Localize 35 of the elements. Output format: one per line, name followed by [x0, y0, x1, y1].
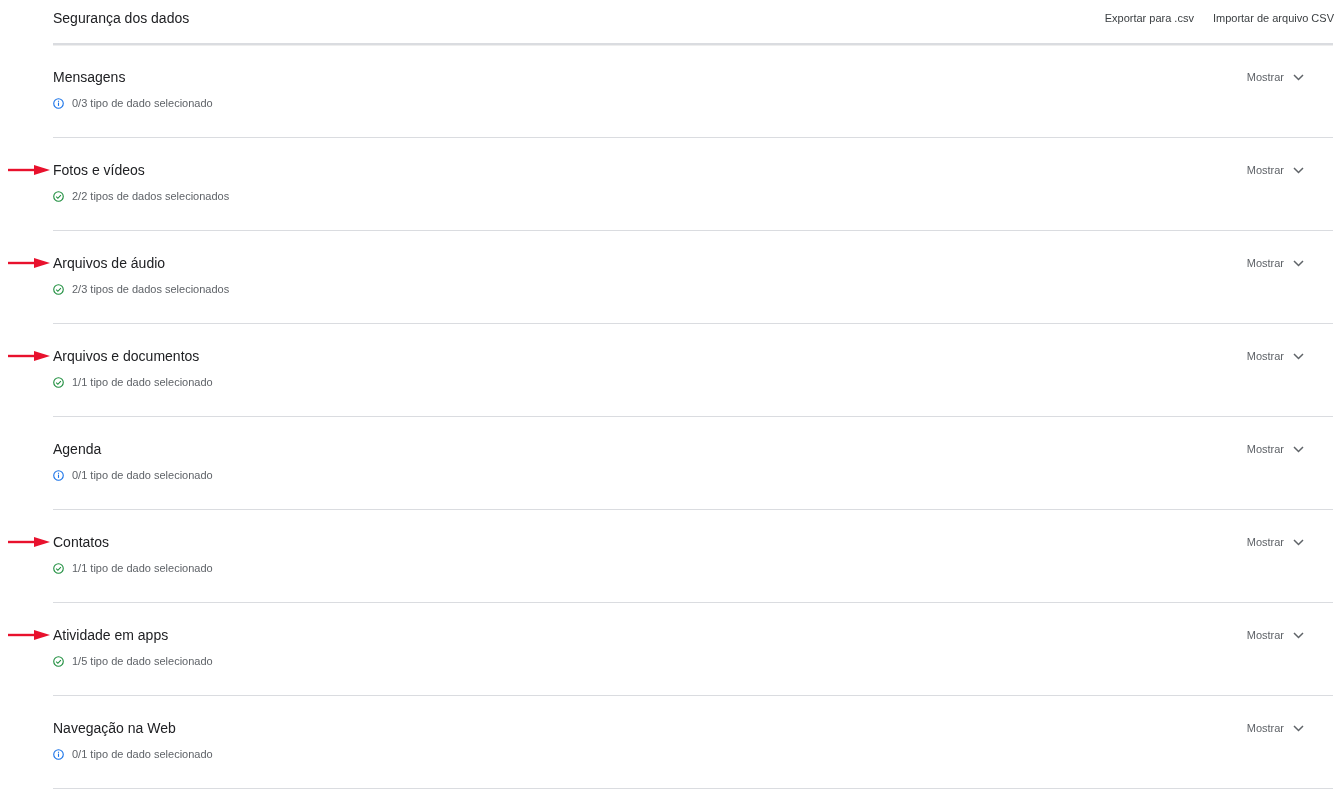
status-text: 1/5 tipo de dado selecionado — [72, 654, 213, 669]
status-text: 1/1 tipo de dado selecionado — [72, 561, 213, 576]
status-text: 2/3 tipos de dados selecionados — [72, 282, 230, 297]
section-title: Contatos — [53, 533, 110, 552]
show-toggle[interactable]: Mostrar — [1246, 534, 1304, 550]
chevron-down-icon — [1293, 538, 1304, 546]
section-title: Agenda — [53, 440, 102, 459]
chevron-down-icon — [1293, 724, 1304, 732]
section-title: Mensagens — [53, 68, 126, 87]
show-toggle[interactable]: Mostrar — [1246, 255, 1304, 271]
show-toggle[interactable]: Mostrar — [1246, 162, 1304, 178]
header-link[interactable]: Importar de arquivo CSV — [1212, 10, 1334, 26]
status-text: 0/1 tipo de dado selecionado — [72, 468, 213, 483]
chevron-down-icon — [1293, 73, 1304, 81]
status-text: 2/2 tipos de dados selecionados — [72, 189, 230, 204]
show-toggle[interactable]: Mostrar — [1246, 348, 1304, 364]
show-toggle[interactable]: Mostrar — [1246, 441, 1304, 457]
chevron-down-icon — [1293, 259, 1304, 267]
status-text: 1/1 tipo de dado selecionado — [72, 375, 213, 390]
section-title: Arquivos e documentos — [53, 347, 200, 366]
show-toggle[interactable]: Mostrar — [1246, 720, 1304, 736]
page-title: Segurança dos dados — [53, 9, 190, 27]
section-title: Arquivos de áudio — [53, 254, 166, 273]
section-title: Fotos e vídeos — [53, 161, 145, 180]
section-title: Atividade em apps — [53, 626, 169, 645]
status-text: 0/3 tipo de dado selecionado — [72, 96, 213, 111]
show-toggle[interactable]: Mostrar — [1246, 69, 1304, 85]
section-title: Navegação na Web — [53, 719, 176, 738]
status-text: 0/1 tipo de dado selecionado — [72, 747, 213, 762]
chevron-down-icon — [1293, 352, 1304, 360]
show-toggle[interactable]: Mostrar — [1246, 627, 1304, 643]
header-link[interactable]: Exportar para .csv — [1104, 10, 1194, 26]
chevron-down-icon — [1293, 445, 1304, 453]
chevron-down-icon — [1293, 166, 1304, 174]
chevron-down-icon — [1293, 631, 1304, 639]
